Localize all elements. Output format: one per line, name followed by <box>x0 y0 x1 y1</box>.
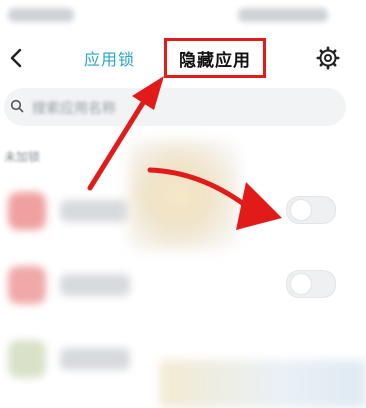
search-icon <box>10 99 24 113</box>
app-name <box>60 200 130 222</box>
blurred-popup <box>128 140 240 250</box>
search-bar[interactable]: 搜索应用名称 <box>4 88 346 126</box>
status-icons <box>238 8 328 22</box>
app-name <box>60 274 130 296</box>
nav-bar: 应用锁 隐藏应用 <box>0 34 366 84</box>
toggle-switch[interactable] <box>286 270 336 298</box>
tab-hidden-apps[interactable]: 隐藏应用 <box>164 38 266 78</box>
status-bar <box>0 0 366 30</box>
toggle-switch[interactable] <box>286 196 336 224</box>
app-row[interactable] <box>0 256 366 316</box>
app-icon <box>8 192 46 230</box>
toggle-knob <box>291 200 311 220</box>
gear-icon[interactable] <box>316 46 340 70</box>
section-label: 未加锁 <box>4 150 41 164</box>
back-icon[interactable] <box>4 44 28 72</box>
tab-hidden-apps-label: 隐藏应用 <box>179 50 251 71</box>
toggle-knob <box>291 274 311 294</box>
search-placeholder: 搜索应用名称 <box>32 101 116 117</box>
app-name <box>60 348 130 370</box>
app-icon <box>8 266 46 304</box>
app-icon <box>8 340 46 378</box>
tab-app-lock[interactable]: 应用锁 <box>84 46 135 70</box>
blurred-content <box>160 360 366 408</box>
status-time <box>8 8 74 22</box>
